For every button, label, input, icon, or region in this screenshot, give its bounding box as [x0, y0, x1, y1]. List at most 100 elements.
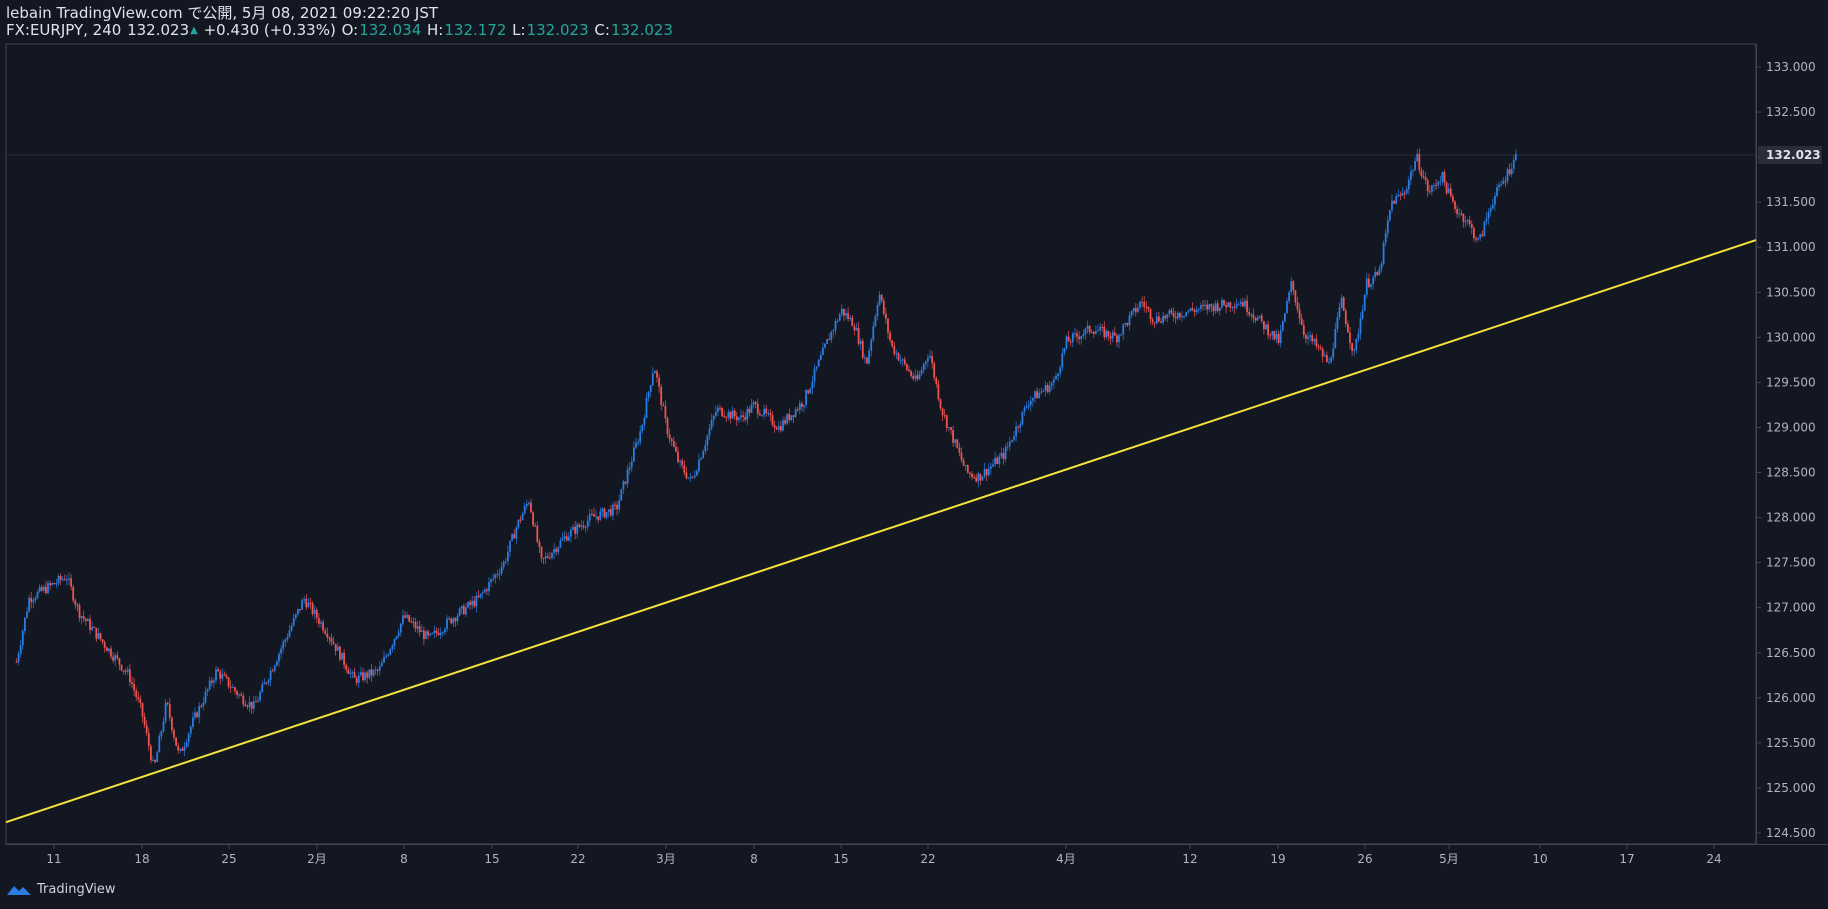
candle-body	[1263, 321, 1265, 330]
candle-body	[546, 556, 549, 558]
candle-body	[954, 439, 957, 443]
candle-body	[754, 402, 757, 404]
candle-body	[1426, 180, 1429, 192]
candle-body	[133, 683, 135, 691]
candle-body	[381, 662, 383, 667]
candle-body	[897, 353, 900, 361]
candle-body	[1097, 330, 1099, 332]
y-tick-label: 131.500	[1766, 195, 1816, 209]
candle-body	[1231, 306, 1234, 308]
candle-body	[1023, 407, 1026, 412]
candle-body	[51, 583, 54, 585]
candle-body	[542, 558, 545, 560]
candle-body	[952, 430, 954, 443]
candle-body	[849, 317, 852, 319]
candle-body	[465, 607, 467, 615]
candle-body	[248, 701, 251, 707]
candle-body	[1172, 312, 1175, 317]
candle-body	[355, 677, 358, 683]
candle-body	[206, 689, 209, 692]
candle-body	[891, 340, 894, 347]
candle-body	[1126, 323, 1129, 326]
candle-body	[813, 368, 816, 382]
candle-body	[1181, 316, 1183, 318]
candle-body	[918, 373, 921, 380]
candle-body	[116, 655, 119, 659]
candle-body	[458, 608, 461, 616]
x-tick-label: 11	[46, 852, 61, 866]
candle-body	[549, 557, 551, 559]
candle-body	[740, 415, 742, 418]
candle-body	[656, 371, 658, 378]
candle-body	[1380, 263, 1383, 269]
candle-body	[1416, 154, 1419, 162]
candle-body	[654, 371, 656, 374]
candle-body	[1189, 308, 1192, 312]
candle-body	[78, 605, 81, 619]
candle-body	[324, 630, 327, 634]
candle-body	[252, 701, 255, 709]
candle-body	[1002, 452, 1005, 460]
candle-body	[469, 602, 471, 606]
candle-body	[500, 567, 503, 574]
price-chart[interactable]: 133.000132.500132.000131.500131.000130.5…	[0, 0, 1828, 909]
candle-body	[588, 514, 591, 521]
candle-body	[721, 407, 723, 417]
candle-body	[1212, 306, 1215, 312]
candle-body	[1330, 357, 1332, 362]
candle-body	[1011, 439, 1013, 442]
candle-body	[834, 321, 837, 331]
candle-body	[1210, 304, 1213, 307]
candle-body	[1118, 335, 1120, 343]
candle-body	[1109, 336, 1112, 339]
candle-body	[1483, 221, 1486, 236]
candle-body	[290, 625, 293, 631]
candle-body	[887, 318, 889, 333]
candle-body	[1065, 336, 1068, 348]
candle-body	[391, 645, 394, 650]
candle-body	[1269, 335, 1272, 337]
candle-body	[84, 618, 87, 622]
support-trendline[interactable]	[5, 239, 1757, 824]
candle-body	[1382, 242, 1385, 264]
candle-body	[1279, 330, 1282, 344]
candle-body	[1267, 324, 1269, 336]
candle-body	[521, 513, 524, 521]
candle-body	[576, 524, 579, 534]
candle-body	[1281, 321, 1284, 331]
candle-body	[284, 639, 287, 642]
candle-body	[530, 502, 532, 513]
candle-body	[1200, 305, 1202, 309]
candle-body	[626, 469, 629, 484]
candle-body	[746, 408, 749, 420]
candle-body	[1195, 309, 1198, 312]
candle-body	[696, 471, 698, 476]
candle-body	[364, 672, 366, 681]
candle-body	[1292, 281, 1295, 291]
candle-body	[1071, 333, 1074, 343]
candle-body	[601, 508, 604, 512]
candle-body	[540, 546, 543, 559]
candle-body	[217, 669, 219, 672]
candle-body	[1197, 308, 1200, 310]
candle-body	[129, 669, 131, 682]
candle-body	[399, 623, 402, 633]
candle-body	[756, 403, 759, 414]
candle-body	[1225, 304, 1227, 308]
candle-body	[1036, 391, 1038, 399]
plot-frame	[5, 43, 1757, 845]
candle-body	[143, 716, 146, 726]
candle-body	[435, 630, 438, 633]
y-tick-label: 129.500	[1766, 375, 1816, 389]
candle-body	[1460, 213, 1463, 215]
candle-body	[1376, 272, 1379, 275]
candle-body	[307, 602, 310, 608]
candle-body	[1025, 406, 1028, 408]
candle-body	[1311, 335, 1314, 342]
candle-body	[294, 613, 297, 618]
candle-body	[242, 695, 245, 705]
candle-body	[145, 725, 148, 733]
candle-body	[112, 656, 114, 661]
candle-body	[395, 636, 398, 639]
candle-body	[103, 642, 106, 648]
